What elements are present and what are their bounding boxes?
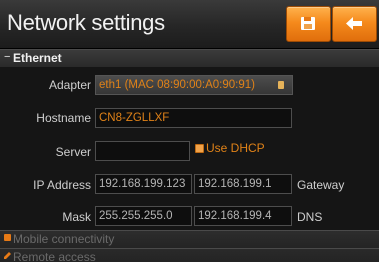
back-button[interactable]: [332, 6, 377, 42]
ethernet-section-label: Ethernet: [13, 51, 62, 65]
use-dhcp-label[interactable]: Use DHCP: [206, 141, 265, 155]
adapter-label: Adapter: [48, 78, 91, 92]
adapter-value: eth1 (MAC 08:90:00:A0:90:91): [99, 79, 255, 91]
server-label: Server: [55, 145, 91, 159]
hostname-input[interactable]: CN8-ZGLLXF: [95, 108, 292, 128]
mask-input[interactable]: 255.255.255.0: [95, 206, 192, 226]
mask-label: Mask: [62, 210, 91, 224]
page-title: Network settings: [7, 10, 165, 35]
gateway-label: Gateway: [297, 178, 345, 192]
title-bar: Network settings: [0, 0, 379, 49]
mobile-section-label: Mobile connectivity: [13, 232, 115, 246]
server-input[interactable]: [95, 141, 190, 161]
back-arrow-icon: [346, 17, 362, 30]
mobile-connectivity-section-header[interactable]: Mobile connectivity: [0, 230, 379, 249]
dns-label: DNS: [297, 210, 323, 224]
dropdown-caret-icon: [278, 81, 284, 89]
save-icon: [301, 17, 315, 30]
expand-icon: [4, 234, 11, 241]
remote-section-label: Remote access: [13, 250, 96, 262]
ethernet-section-header[interactable]: − Ethernet: [0, 49, 379, 68]
pencil-icon: [4, 252, 11, 259]
dns-input[interactable]: 192.168.199.4: [194, 206, 292, 226]
network-settings-screen: Network settings − Ethernet Adapter eth1…: [0, 0, 379, 262]
use-dhcp-checkbox[interactable]: [195, 144, 204, 153]
collapse-icon: −: [4, 51, 11, 63]
ip-address-label: IP Address: [33, 178, 91, 192]
gateway-input[interactable]: 192.168.199.1: [194, 174, 292, 194]
save-button[interactable]: [286, 6, 331, 42]
hostname-label: Hostname: [36, 111, 91, 125]
ip-address-input[interactable]: 192.168.199.123: [95, 174, 192, 194]
ethernet-panel: Adapter eth1 (MAC 08:90:00:A0:90:91) Hos…: [0, 67, 379, 230]
adapter-select[interactable]: eth1 (MAC 08:90:00:A0:90:91): [95, 75, 293, 95]
remote-access-section-header[interactable]: Remote access: [0, 248, 379, 262]
